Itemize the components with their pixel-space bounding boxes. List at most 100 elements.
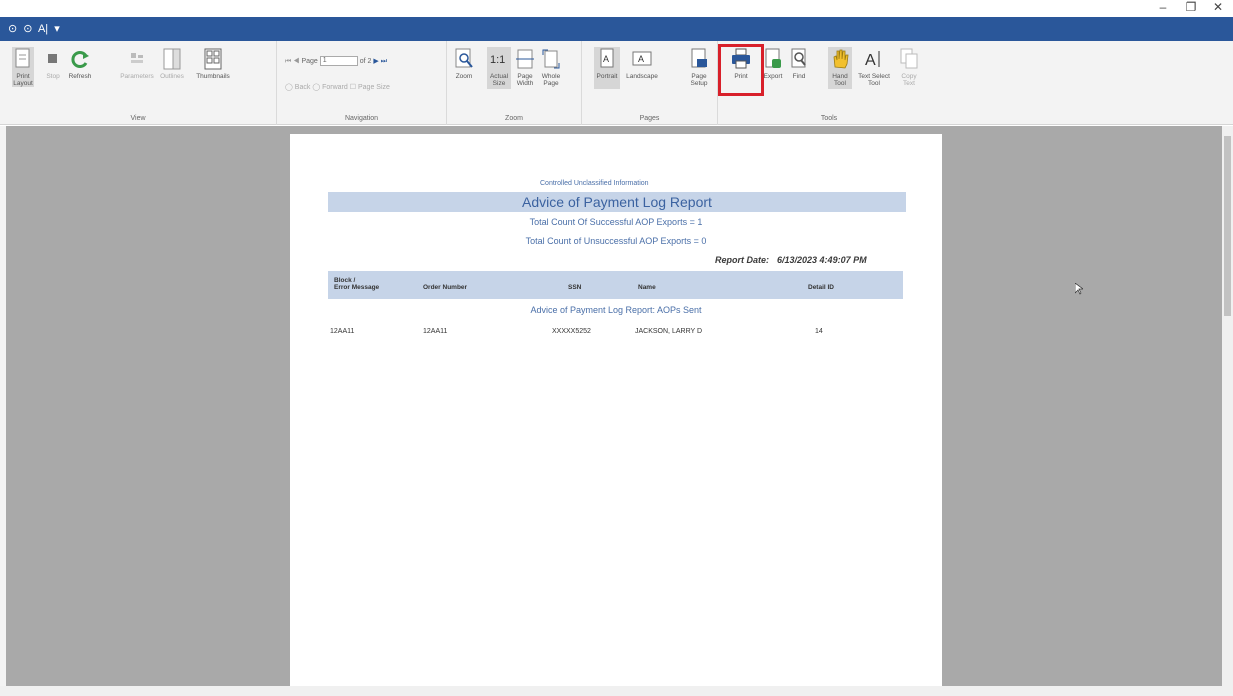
window-titlebar: – ❐ ✕ [0, 0, 1233, 17]
portrait-button[interactable]: A Portrait [594, 47, 620, 89]
actual-size-label: Actual Size [489, 73, 509, 87]
ribbon-group-view: Print Layout Stop Refresh Parameters Out… [0, 41, 277, 125]
actual-size-button[interactable]: 1:1 Actual Size [487, 47, 511, 89]
report-date-label: Report Date: [715, 255, 770, 265]
back-button[interactable]: Back [295, 84, 311, 91]
qat-customize-icon[interactable]: ▾ [54, 23, 60, 35]
cell-name: JACKSON, LARRY D [635, 328, 703, 335]
thumbnails-icon [202, 47, 224, 71]
copy-text-label: Copy Text [901, 73, 917, 87]
first-page-icon[interactable]: ⏮ [285, 58, 291, 65]
forward-button[interactable]: Forward [322, 84, 348, 91]
svg-text:A: A [638, 54, 644, 64]
find-icon [788, 47, 810, 71]
ribbon-group-pages: A Portrait A Landscape Page Setup Pages [582, 41, 718, 125]
portrait-label: Portrait [596, 73, 618, 80]
forward-icon: ◯ [312, 84, 321, 91]
vertical-scroll-thumb[interactable] [1224, 136, 1231, 316]
qat-item-3[interactable]: A| [38, 23, 48, 35]
cell-order: 12AA11 [423, 328, 448, 335]
cell-block: 12AA11 [330, 328, 355, 335]
svg-text:1:1: 1:1 [490, 54, 505, 66]
cell-ssn: XXXXX5252 [552, 328, 591, 335]
stop-button[interactable]: Stop [40, 47, 66, 80]
page-number-input[interactable]: 1 [319, 56, 358, 66]
outlines-label: Outlines [160, 73, 184, 80]
find-button[interactable]: Find [786, 47, 812, 80]
thumbnails-button[interactable]: Thumbnails [190, 47, 236, 80]
history-controls: ◯ Back ◯ Forward ☐ Page Size [285, 83, 390, 91]
next-page-icon[interactable]: ▶ [373, 58, 378, 65]
hand-tool-button[interactable]: Hand Tool [828, 47, 852, 89]
refresh-button[interactable]: Refresh [66, 47, 94, 80]
report-page: Controlled Unclassified Information Advi… [290, 134, 942, 686]
mouse-cursor-icon [1075, 283, 1083, 295]
horizontal-scrollbar[interactable] [0, 686, 1233, 696]
view-group-label: View [130, 115, 146, 122]
refresh-icon [69, 47, 91, 71]
navigation-group-label: Navigation [344, 115, 379, 122]
whole-page-icon [540, 47, 562, 71]
restore-button[interactable]: ❐ [1178, 0, 1204, 17]
page-setup-button[interactable]: Page Setup [686, 47, 712, 87]
table-header: Block / Error Message Order Number SSN N… [328, 271, 903, 299]
svg-text:A: A [603, 54, 609, 64]
col-name: Name [638, 284, 656, 291]
print-layout-icon [12, 47, 34, 71]
page-prefix: Page [301, 57, 318, 65]
hand-icon [829, 47, 851, 71]
print-layout-label: Print Layout [13, 73, 33, 87]
zoom-button[interactable]: Zoom [451, 47, 477, 80]
export-label: Export [763, 73, 783, 80]
page-size-label: Page Size [357, 84, 390, 91]
back-icon: ◯ [285, 84, 293, 91]
refresh-label: Refresh [68, 73, 92, 80]
parameters-button[interactable]: Parameters [120, 47, 154, 80]
thumbnails-label: Thumbnails [196, 73, 230, 80]
copy-text-button[interactable]: Copy Text [896, 47, 922, 87]
print-layout-button[interactable]: Print Layout [12, 47, 34, 87]
stop-label: Stop [46, 73, 60, 80]
portrait-icon: A [596, 47, 618, 71]
parameters-label: Parameters [120, 73, 154, 80]
last-page-icon[interactable]: ⏭ [381, 58, 387, 65]
text-select-label: Text Select Tool [858, 73, 890, 87]
report-title-bar: Advice of Payment Log Report [328, 192, 906, 212]
find-label: Find [792, 73, 806, 80]
landscape-button[interactable]: A Landscape [624, 47, 660, 80]
zoom-label: Zoom [455, 73, 473, 80]
prev-page-icon[interactable]: ◀ [293, 58, 299, 65]
landscape-label: Landscape [626, 73, 658, 80]
qat-item-1[interactable]: ⊙ [8, 23, 17, 35]
col-ssn: SSN [568, 284, 582, 291]
outlines-icon [161, 47, 183, 71]
page-width-button[interactable]: Page Width [513, 47, 537, 87]
whole-page-label: Whole Page [541, 73, 561, 87]
export-icon [762, 47, 784, 71]
report-date: Report Date: 6/13/2023 4:49:07 PM [715, 255, 867, 265]
copy-icon [898, 47, 920, 71]
ribbon: Print Layout Stop Refresh Parameters Out… [0, 41, 1233, 125]
parameters-icon [126, 47, 148, 71]
whole-page-button[interactable]: Whole Page [539, 47, 563, 87]
actual-size-icon: 1:1 [488, 47, 510, 71]
hand-tool-label: Hand Tool [832, 73, 848, 87]
text-select-button[interactable]: A Text Select Tool [854, 47, 894, 87]
successful-count: Total Count Of Successful AOP Exports = … [529, 217, 703, 227]
page-navigator: ⏮ ◀ Page 1 of 2 ▶ ⏭ [285, 56, 387, 66]
page-width-label: Page Width [516, 73, 534, 87]
minimize-button[interactable]: – [1150, 0, 1176, 17]
quick-access-toolbar: ⊙ ⊙ A| ▾ [0, 17, 1233, 41]
report-title: Advice of Payment Log Report [522, 194, 712, 210]
section-heading: Advice of Payment Log Report: AOPs Sent [530, 305, 702, 315]
col-detail-id: Detail ID [808, 284, 835, 291]
print-highlight-box [718, 44, 764, 96]
svg-text:A: A [865, 52, 876, 69]
report-date-value: 6/13/2023 4:49:07 PM [777, 255, 867, 265]
zoom-icon [453, 47, 475, 71]
page-size-checkbox[interactable]: ☐ [350, 84, 356, 91]
qat-item-2[interactable]: ⊙ [23, 23, 32, 35]
vertical-scrollbar[interactable] [1222, 126, 1233, 686]
outlines-button[interactable]: Outlines [158, 47, 186, 80]
close-button[interactable]: ✕ [1205, 0, 1231, 17]
